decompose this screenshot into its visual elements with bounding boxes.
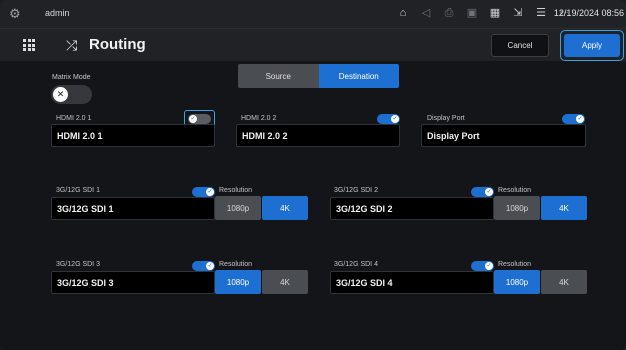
- share-screen-icon[interactable]: ⇲: [511, 6, 525, 20]
- sdi-2-toggle[interactable]: ✓: [471, 187, 494, 197]
- sdi-2-resolution-label: Resolution: [498, 187, 532, 194]
- routing-icon: ⤮: [66, 37, 78, 53]
- displayport-name-field[interactable]: Display Port: [421, 124, 586, 147]
- home-icon[interactable]: ⌂: [396, 6, 410, 20]
- title-bar: ⤮ Routing Cancel Apply: [0, 28, 626, 61]
- datetime: 12/19/2024 08:56: [553, 8, 624, 18]
- sdi-1-resolution-label: Resolution: [219, 187, 253, 194]
- record-icon[interactable]: ▣: [465, 6, 479, 20]
- status-icons: ⌂ ◁ ⎙ ▣ ▦ ⇲ ☰ ⇠: [396, 6, 571, 20]
- apply-button[interactable]: Apply: [564, 34, 620, 57]
- matrix-mode-toggle[interactable]: ✕: [51, 85, 92, 104]
- sdi-3-4k-button[interactable]: 4K: [262, 270, 308, 294]
- sdi-3-1080p-button[interactable]: 1080p: [215, 270, 261, 294]
- check-icon: ✓: [485, 188, 493, 196]
- cancel-button[interactable]: Cancel: [491, 34, 549, 57]
- gear-icon[interactable]: ⚙: [9, 7, 23, 21]
- sdi-1-1080p-button[interactable]: 1080p: [215, 196, 261, 220]
- status-bar: ⚙ admin ⌂ ◁ ⎙ ▣ ▦ ⇲ ☰ ⇠ 12/19/2024 08:56: [0, 0, 626, 28]
- sdi-4-resolution-label: Resolution: [498, 261, 532, 268]
- displayport-toggle[interactable]: ✓: [562, 114, 585, 124]
- hdmi-1-label: HDMI 2.0 1: [56, 115, 92, 122]
- sdi-3-name-field[interactable]: 3G/12G SDI 3: [51, 271, 215, 294]
- hdmi-1-toggle[interactable]: ✓: [188, 114, 211, 124]
- check-icon: ✓: [189, 115, 197, 123]
- qr-icon[interactable]: ▦: [488, 6, 502, 20]
- sdi-3-label: 3G/12G SDI 3: [56, 261, 100, 268]
- sdi-1-4k-button[interactable]: 4K: [262, 196, 308, 220]
- sdi-2-label: 3G/12G SDI 2: [334, 187, 378, 194]
- sdi-3-resolution-label: Resolution: [219, 261, 253, 268]
- check-icon: ✓: [391, 115, 399, 123]
- username: admin: [45, 8, 70, 18]
- tab-source[interactable]: Source: [238, 64, 319, 88]
- page-title: Routing: [89, 36, 146, 53]
- sdi-2-4k-button[interactable]: 4K: [541, 196, 587, 220]
- sdi-3-toggle[interactable]: ✓: [192, 261, 215, 271]
- sdi-4-label: 3G/12G SDI 4: [334, 261, 378, 268]
- sdi-1-name-field[interactable]: 3G/12G SDI 1: [51, 197, 215, 220]
- sdi-4-toggle[interactable]: ✓: [471, 261, 494, 271]
- check-icon: ✓: [206, 188, 214, 196]
- hdmi-2-toggle[interactable]: ✓: [377, 114, 400, 124]
- sdi-1-label: 3G/12G SDI 1: [56, 187, 100, 194]
- sdi-1-toggle[interactable]: ✓: [192, 187, 215, 197]
- hdmi-2-label: HDMI 2.0 2: [241, 115, 277, 122]
- server-icon[interactable]: ☰: [534, 6, 548, 20]
- check-icon: ✓: [206, 262, 214, 270]
- sdi-4-name-field[interactable]: 3G/12G SDI 4: [330, 271, 494, 294]
- sdi-2-1080p-button[interactable]: 1080p: [494, 196, 540, 220]
- sdi-4-1080p-button[interactable]: 1080p: [494, 270, 540, 294]
- volume-icon[interactable]: ◁: [419, 6, 433, 20]
- printer-icon[interactable]: ⎙: [442, 6, 456, 20]
- apps-menu-icon[interactable]: [23, 39, 35, 51]
- hdmi-2-name-field[interactable]: HDMI 2.0 2: [236, 124, 400, 147]
- matrix-mode-label: Matrix Mode: [52, 74, 91, 81]
- app-window: ⚙ admin ⌂ ◁ ⎙ ▣ ▦ ⇲ ☰ ⇠ 12/19/2024 08:56…: [0, 0, 626, 350]
- tab-destination[interactable]: Destination: [318, 64, 399, 88]
- routing-panel: Matrix Mode ✕ Source Destination HDMI 2.…: [0, 62, 626, 350]
- sdi-2-name-field[interactable]: 3G/12G SDI 2: [330, 197, 494, 220]
- check-icon: ✓: [485, 262, 493, 270]
- sdi-4-4k-button[interactable]: 4K: [541, 270, 587, 294]
- hdmi-1-name-field[interactable]: HDMI 2.0 1: [51, 124, 215, 147]
- displayport-label: Display Port: [427, 115, 465, 122]
- close-icon: ✕: [53, 87, 68, 102]
- source-destination-tabs: Source Destination: [238, 64, 399, 88]
- check-icon: ✓: [576, 115, 584, 123]
